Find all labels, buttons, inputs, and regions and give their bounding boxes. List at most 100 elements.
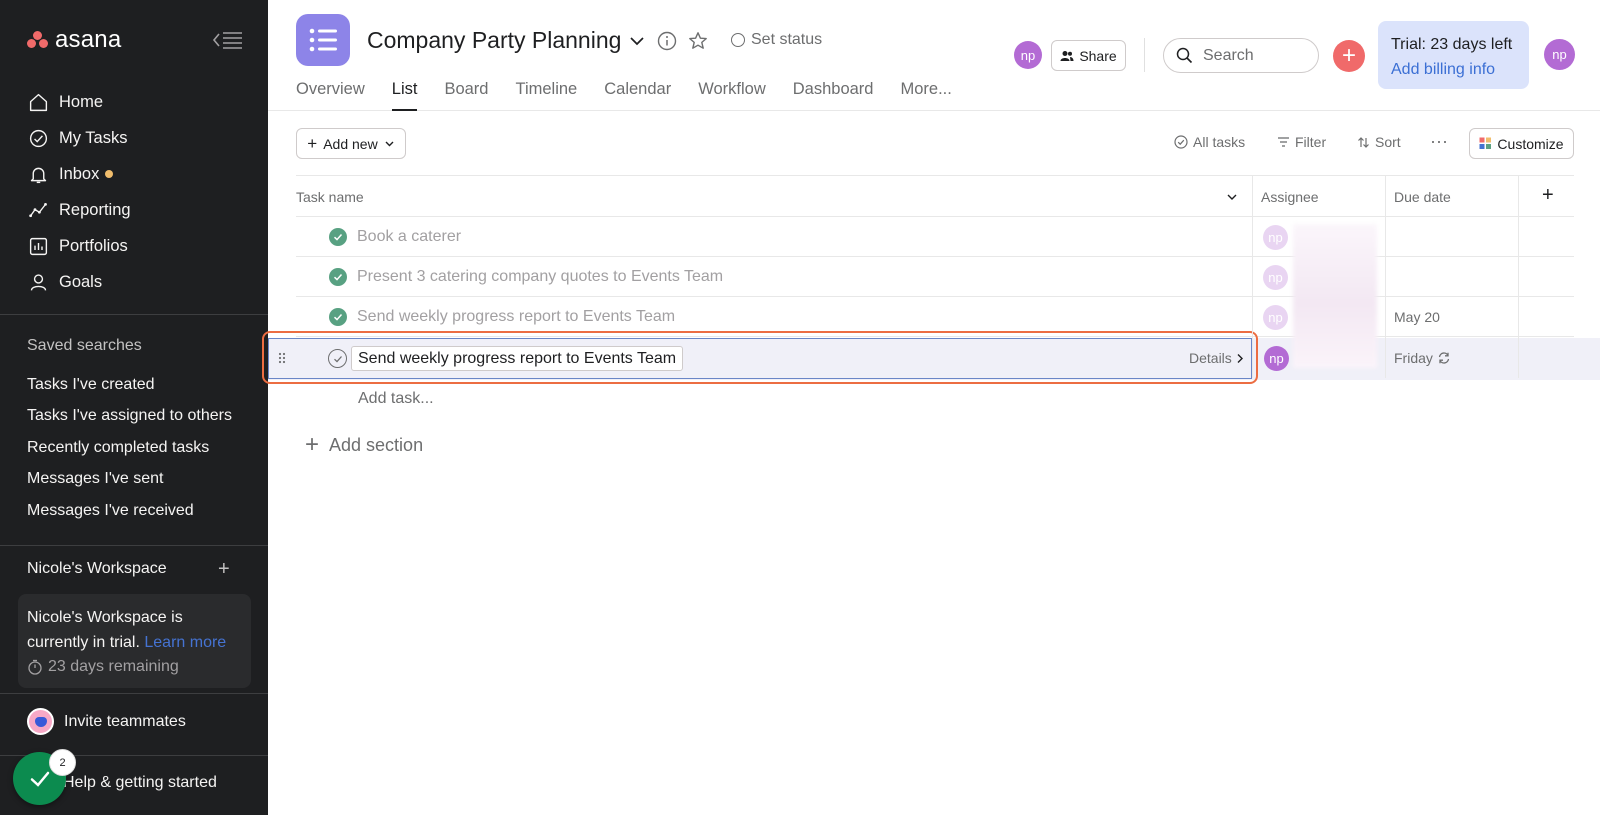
project-title[interactable]: Company Party Planning [367,27,621,54]
asana-logo-icon [27,31,49,49]
reporting-icon [29,202,47,217]
assignee-avatar[interactable]: np [1263,305,1288,330]
tab-list[interactable]: List [391,80,418,111]
nav-my-tasks[interactable]: My Tasks [0,120,268,156]
add-section-button[interactable]: + Add section [305,433,423,457]
search-input[interactable]: Search [1163,38,1319,73]
completed-check-icon[interactable] [329,228,347,246]
saved-search-item[interactable]: Tasks I've assigned to others [27,401,232,433]
column-task-name[interactable]: Task name [296,189,364,205]
sort-label: Sort [1375,134,1401,150]
recurring-icon [1438,352,1450,364]
help-count-badge: 2 [49,749,76,776]
star-icon[interactable] [686,29,710,53]
asana-logo[interactable]: asana [27,26,121,54]
add-new-label: Add new [323,135,378,152]
task-name[interactable]: Present 3 catering company quotes to Eve… [357,268,723,286]
completed-check-icon[interactable] [329,308,347,326]
due-date-recurring[interactable]: Friday [1394,350,1451,366]
nav-portfolios[interactable]: Portfolios [0,228,268,264]
details-button[interactable]: Details [1189,350,1244,366]
completed-check-icon[interactable] [329,268,347,286]
task-name[interactable]: Book a caterer [357,228,461,246]
tab-workflow[interactable]: Workflow [698,80,766,111]
invite-label: Invite teammates [64,712,186,730]
bell-icon [30,167,47,183]
tab-more[interactable]: More... [900,80,951,111]
table-row[interactable]: Present 3 catering company quotes to Eve… [296,257,1574,297]
help-label[interactable]: Help & getting started [63,774,217,792]
filter-button[interactable]: Filter [1277,134,1326,150]
chevron-down-icon[interactable] [1226,191,1238,203]
add-new-button[interactable]: + Add new [296,128,406,159]
sort-icon [1358,136,1369,148]
sidebar: asana Home My Tasks Inbox Reporting Port… [0,0,268,815]
project-member-avatar[interactable]: np [1014,41,1042,69]
project-list-icon[interactable] [296,14,350,66]
due-date[interactable]: May 20 [1394,309,1440,325]
tab-overview[interactable]: Overview [296,80,365,111]
more-options-button[interactable]: ··· [1430,131,1448,152]
saved-search-item[interactable]: Recently completed tasks [27,432,232,464]
assignee-avatar[interactable]: np [1263,265,1288,290]
trial-days-left: Trial: 23 days left [1391,36,1513,53]
nav-reporting[interactable]: Reporting [0,192,268,228]
table-header: Task name Assignee Due date + [296,175,1574,217]
user-avatar[interactable]: np [1544,39,1575,70]
nav-home[interactable]: Home [0,84,268,120]
tab-dashboard[interactable]: Dashboard [793,80,874,111]
tab-timeline[interactable]: Timeline [515,80,577,111]
saved-searches-list: Tasks I've created Tasks I've assigned t… [27,369,232,527]
add-task-button[interactable]: Add task... [358,390,434,408]
set-status-button[interactable]: Set status [731,31,822,49]
tab-board[interactable]: Board [444,80,488,111]
search-placeholder: Search [1203,46,1254,64]
all-tasks-button[interactable]: All tasks [1174,134,1245,150]
chevron-down-icon[interactable] [625,29,649,53]
learn-more-link[interactable]: Learn more [144,634,226,651]
saved-search-item[interactable]: Messages I've sent [27,464,232,496]
portfolio-icon [29,237,48,255]
invite-teammates-button[interactable]: Invite teammates [27,708,186,735]
nav-my-tasks-label: My Tasks [59,128,128,147]
goals-icon [30,273,47,291]
quick-add-button[interactable]: + [1333,40,1365,72]
saved-search-item[interactable]: Tasks I've created [27,369,232,401]
mark-complete-icon[interactable] [328,349,347,368]
task-name-input[interactable]: Send weekly progress report to Events Te… [351,346,684,371]
workspace-title[interactable]: Nicole's Workspace [27,560,167,578]
share-label: Share [1079,47,1117,64]
add-column-button[interactable]: + [1542,184,1554,207]
saved-search-item[interactable]: Messages I've received [27,495,232,527]
add-billing-info-link[interactable]: Add billing info [1391,57,1516,82]
column-due-date[interactable]: Due date [1394,189,1451,205]
drag-handle-icon[interactable] [278,351,286,369]
collapse-sidebar-icon[interactable] [212,28,244,52]
check-circle-icon [29,129,48,147]
table-row[interactable]: Book a caterer np [296,217,1574,257]
sidebar-divider [0,693,268,694]
trial-remaining: 23 days remaining [27,655,242,680]
invite-avatar-icon [27,708,54,735]
sort-button[interactable]: Sort [1357,134,1401,150]
column-assignee[interactable]: Assignee [1261,189,1319,205]
nav-goals[interactable]: Goals [0,264,268,300]
customize-button[interactable]: Customize [1469,128,1574,159]
task-name[interactable]: Send weekly progress report to Events Te… [357,308,675,326]
column-divider [1252,175,1253,378]
nav-portfolios-label: Portfolios [59,236,128,255]
sidebar-divider [0,314,268,315]
column-divider [1518,175,1519,378]
people-icon [1060,50,1074,61]
nav-reporting-label: Reporting [59,200,131,219]
assignee-avatar[interactable]: np [1263,225,1288,250]
nav-inbox[interactable]: Inbox [0,156,268,192]
add-section-label: Add section [329,434,424,455]
add-workspace-item-button[interactable]: + [218,559,230,579]
details-label: Details [1189,350,1232,366]
tab-calendar[interactable]: Calendar [604,80,671,111]
assignee-avatar[interactable]: np [1264,346,1289,371]
info-icon[interactable] [655,29,679,53]
share-button[interactable]: Share [1051,40,1126,71]
customize-label: Customize [1497,135,1564,152]
